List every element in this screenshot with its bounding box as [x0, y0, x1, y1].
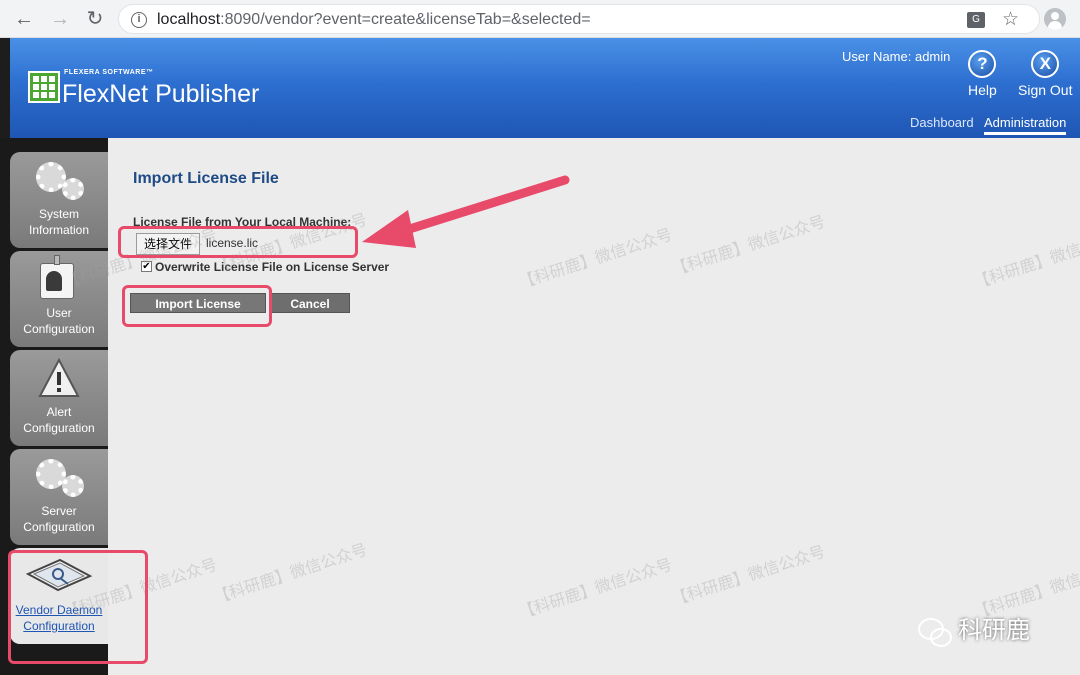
tab-administration[interactable]: Administration: [984, 115, 1067, 135]
logo-product: FlexNet Publisher: [62, 80, 260, 108]
sidebar-item-label: Alert: [46, 405, 72, 419]
url-text: localhost:8090/vendor?event=create&licen…: [157, 11, 591, 28]
user-badge-icon: [10, 251, 108, 305]
browser-toolbar: ← → ↻ i localhost:8090/vendor?event=crea…: [0, 0, 1080, 38]
sidebar-item-label: Configuration: [23, 322, 95, 336]
wechat-icon: [918, 617, 952, 647]
app-header: FLEXERA SOFTWARE™ FlexNet Publisher User…: [0, 38, 1080, 138]
reload-icon[interactable]: ↻: [83, 7, 107, 31]
flexnet-logo-icon: [28, 71, 60, 103]
wechat-brand-badge: 科研鹿: [918, 610, 1030, 647]
highlight-vendor-daemon: [8, 550, 148, 664]
overwrite-checkbox[interactable]: ✔: [141, 261, 152, 272]
sign-out-label: Sign Out: [1018, 82, 1073, 98]
logo-company: FLEXERA SOFTWARE™: [64, 69, 154, 76]
address-bar[interactable]: i localhost:8090/vendor?event=create&lic…: [118, 4, 1040, 34]
help-label: Help: [968, 82, 997, 98]
user-name-label: User Name: admin: [842, 49, 951, 64]
sidebar-item-system-information[interactable]: System Information: [10, 152, 108, 248]
annotation-arrow-icon: [362, 175, 570, 248]
sidebar-item-label: Server: [41, 504, 77, 518]
sidebar-item-user-configuration[interactable]: User Configuration: [10, 251, 108, 347]
gears-icon: [10, 152, 108, 206]
page-title: Import License File: [133, 170, 279, 187]
help-button[interactable]: ? Help: [968, 50, 997, 98]
help-icon: ?: [968, 50, 997, 78]
info-icon[interactable]: i: [131, 12, 147, 28]
profile-avatar-icon[interactable]: [1044, 8, 1066, 30]
bookmark-star-icon[interactable]: ☆: [1002, 8, 1019, 31]
sign-out-button[interactable]: X Sign Out: [1018, 50, 1072, 98]
highlight-import-button: [122, 285, 272, 327]
sidebar-item-alert-configuration[interactable]: Alert Configuration: [10, 350, 108, 446]
forward-arrow-icon[interactable]: →: [48, 7, 72, 31]
main-content: Import License File License File from Yo…: [108, 138, 1080, 675]
sidebar-item-server-configuration[interactable]: Server Configuration: [10, 449, 108, 545]
overwrite-label: Overwrite License File on License Server: [155, 260, 390, 274]
back-arrow-icon[interactable]: ←: [12, 7, 36, 31]
sidebar-item-label: Configuration: [23, 520, 95, 534]
gears-icon: [10, 449, 108, 503]
sidebar-item-label: Configuration: [23, 421, 95, 435]
sidebar-item-label: Information: [28, 223, 90, 237]
brand-name: 科研鹿: [958, 617, 1030, 644]
warning-icon: [10, 350, 108, 404]
highlight-file-chooser: [118, 226, 358, 258]
translate-icon[interactable]: G: [967, 12, 985, 28]
cancel-button[interactable]: Cancel: [270, 293, 350, 313]
sidebar-item-label: System: [38, 207, 79, 221]
tab-dashboard[interactable]: Dashboard: [910, 115, 974, 130]
sign-out-icon: X: [1031, 50, 1060, 78]
sidebar-item-label: User: [46, 306, 72, 320]
